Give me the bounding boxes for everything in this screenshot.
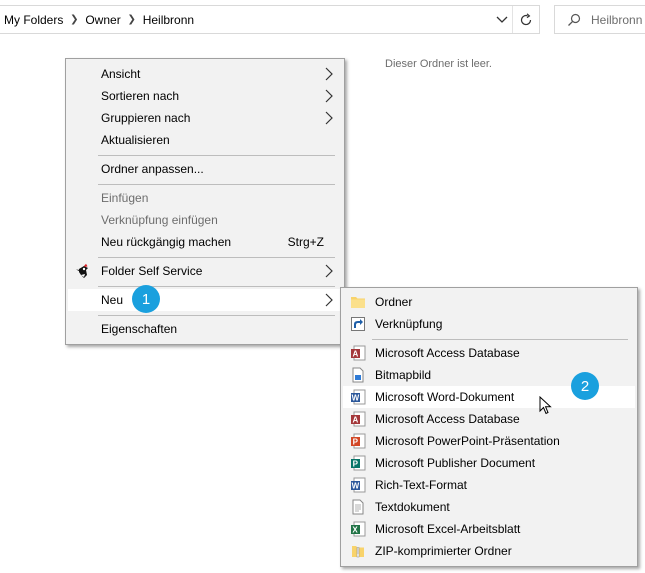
zip-icon [352, 546, 364, 558]
submenu-item-label: ZIP-komprimierter Ordner [375, 544, 512, 558]
bitmap-icon [352, 367, 364, 383]
submenu-item-shortcut[interactable]: Verknüpfung [343, 313, 635, 335]
menu-item-label: Sortieren nach [101, 89, 180, 103]
excel-icon: X [351, 521, 366, 537]
svg-text:A: A [353, 416, 359, 425]
submenu-item-zip-folder[interactable]: ZIP-komprimierter Ordner [343, 540, 635, 562]
menu-item-folder-self-service[interactable]: Folder Self Service [68, 260, 342, 282]
empty-folder-message: Dieser Ordner ist leer. [385, 58, 492, 70]
menu-item-label: Aktualisieren [101, 133, 170, 147]
menu-item-label: Eigenschaften [101, 322, 178, 336]
address-history-dropdown[interactable] [492, 6, 512, 33]
mouse-pointer-icon [539, 396, 552, 415]
submenu-item-label: Verknüpfung [375, 317, 443, 331]
chevron-right-icon[interactable]: ❯ [63, 14, 85, 25]
menu-item-label: Neu rückgängig machen [101, 235, 232, 249]
menu-separator [98, 286, 335, 287]
menu-item-undo-new[interactable]: Neu rückgängig machen Strg+Z [68, 231, 342, 253]
menu-item-label: Einfügen [101, 191, 149, 205]
step-badge-1: 1 [132, 285, 160, 313]
chevron-right-icon [325, 264, 333, 278]
word-icon: W [351, 389, 366, 405]
menu-separator [98, 315, 335, 316]
menu-item-new[interactable]: Neu [68, 289, 342, 311]
new-submenu: Ordner Verknüpfung A Microsoft Access Da… [340, 287, 638, 567]
breadcrumb-owner[interactable]: Owner [85, 13, 120, 27]
menu-item-label: Ordner anpassen... [101, 162, 204, 176]
access-icon: A [351, 345, 366, 361]
publisher-icon: P [351, 455, 366, 471]
submenu-item-label: Microsoft PowerPoint-Präsentation [375, 434, 560, 448]
submenu-item-label: Microsoft Word-Dokument [375, 390, 515, 404]
search-icon [567, 13, 581, 27]
menu-item-properties[interactable]: Eigenschaften [68, 318, 342, 340]
svg-text:X: X [352, 526, 358, 535]
menu-separator [98, 257, 335, 258]
submenu-item-excel[interactable]: X Microsoft Excel-Arbeitsblatt [343, 518, 635, 540]
menu-item-view[interactable]: Ansicht [68, 63, 342, 85]
submenu-item-powerpoint[interactable]: P Microsoft PowerPoint-Präsentation [343, 430, 635, 452]
svg-text:A: A [353, 350, 359, 359]
woodpecker-icon [76, 263, 88, 278]
submenu-item-label: Bitmapbild [375, 368, 432, 382]
submenu-item-label: Ordner [375, 295, 413, 309]
svg-text:W: W [352, 482, 360, 491]
submenu-item-label: Microsoft Access Database [375, 412, 520, 426]
menu-item-shortcut: Strg+Z [287, 235, 324, 249]
context-menu: Ansicht Sortieren nach Gruppieren nach A… [65, 58, 345, 345]
submenu-item-rich-text[interactable]: W Rich-Text-Format [343, 474, 635, 496]
submenu-item-access-database-2[interactable]: A Microsoft Access Database [343, 408, 635, 430]
menu-item-refresh[interactable]: Aktualisieren [68, 129, 342, 151]
menu-item-label: Neu [101, 293, 124, 307]
breadcrumb: My Folders ❯ Owner ❯ Heilbronn [0, 13, 492, 27]
menu-item-label: Verknüpfung einfügen [101, 213, 218, 227]
chevron-right-icon [325, 293, 333, 307]
menu-item-customize-folder[interactable]: Ordner anpassen... [68, 158, 342, 180]
submenu-item-label: Textdokument [375, 500, 450, 514]
menu-separator [372, 339, 628, 340]
menu-item-label: Ansicht [101, 67, 141, 81]
submenu-item-text-document[interactable]: Textdokument [343, 496, 635, 518]
svg-text:W: W [352, 394, 360, 403]
powerpoint-icon: P [351, 433, 366, 449]
breadcrumb-my-folders[interactable]: My Folders [4, 13, 63, 27]
chevron-right-icon [325, 67, 333, 81]
submenu-item-publisher[interactable]: P Microsoft Publisher Document [343, 452, 635, 474]
submenu-item-label: Microsoft Excel-Arbeitsblatt [375, 522, 521, 536]
search-placeholder: Heilbronn [591, 12, 643, 27]
menu-item-label: Folder Self Service [101, 264, 203, 278]
address-bar[interactable]: My Folders ❯ Owner ❯ Heilbronn [0, 5, 540, 34]
svg-text:P: P [353, 438, 359, 447]
menu-separator [98, 155, 335, 156]
step-badge-2: 2 [571, 372, 599, 400]
menu-item-paste: Einfügen [68, 187, 342, 209]
chevron-down-icon [496, 16, 508, 23]
folder-icon [351, 297, 365, 308]
refresh-button[interactable] [513, 6, 539, 33]
submenu-item-label: Rich-Text-Format [375, 478, 468, 492]
menu-separator [98, 184, 335, 185]
submenu-item-access-database[interactable]: A Microsoft Access Database [343, 342, 635, 364]
chevron-right-icon [325, 89, 333, 103]
svg-text:P: P [353, 460, 359, 469]
text-icon [352, 499, 364, 515]
search-input[interactable]: Heilbronn [554, 5, 645, 34]
chevron-right-icon [325, 111, 333, 125]
shortcut-icon [351, 317, 365, 331]
submenu-item-folder[interactable]: Ordner [343, 291, 635, 313]
refresh-icon [520, 12, 532, 25]
rtf-icon: W [351, 477, 366, 493]
breadcrumb-heilbronn[interactable]: Heilbronn [143, 13, 194, 27]
menu-item-label: Gruppieren nach [101, 111, 191, 125]
menu-item-paste-shortcut: Verknüpfung einfügen [68, 209, 342, 231]
access-icon: A [351, 411, 366, 427]
submenu-item-label: Microsoft Publisher Document [375, 456, 536, 470]
menu-item-group-by[interactable]: Gruppieren nach [68, 107, 342, 129]
menu-item-sort-by[interactable]: Sortieren nach [68, 85, 342, 107]
submenu-item-label: Microsoft Access Database [375, 346, 520, 360]
chevron-right-icon[interactable]: ❯ [121, 14, 143, 25]
